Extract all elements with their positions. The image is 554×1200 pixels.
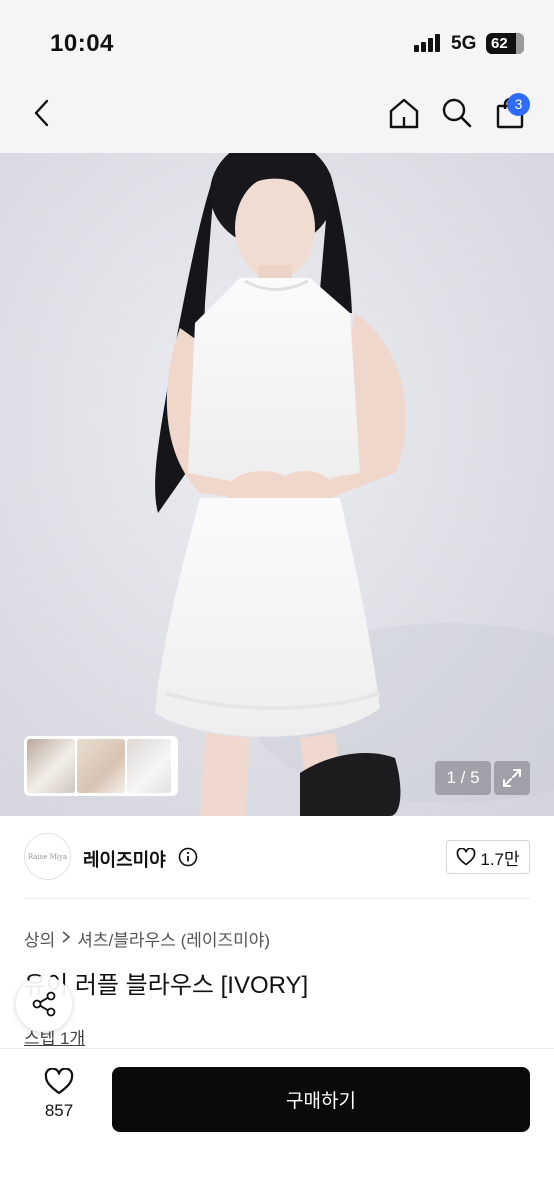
breadcrumb-subcategory[interactable]: 셔츠/블라우스 (레이즈미야) <box>77 926 270 951</box>
battery-icon: 62 <box>486 33 524 54</box>
image-page-indicator: 1 / 5 <box>435 761 491 795</box>
product-photo <box>0 153 554 816</box>
info-icon[interactable] <box>178 847 198 872</box>
thumbnail-2[interactable] <box>77 739 125 793</box>
thumbnail-strip[interactable] <box>24 736 178 796</box>
share-icon <box>32 991 56 1017</box>
product-image[interactable] <box>0 153 554 816</box>
breadcrumb-category[interactable]: 상의 <box>24 926 55 951</box>
status-time: 10:04 <box>50 30 114 57</box>
heart-icon <box>44 1068 74 1095</box>
home-button[interactable] <box>386 95 422 131</box>
expand-button[interactable] <box>494 761 530 795</box>
heart-icon <box>457 848 476 866</box>
shop-logo[interactable]: Raise Miya <box>24 833 71 880</box>
shop-logo-text: Raise Miya <box>27 852 68 861</box>
divider <box>24 898 530 899</box>
shop-name[interactable]: 레이즈미야 <box>83 846 166 872</box>
chevron-left-icon <box>34 99 49 127</box>
search-button[interactable] <box>439 95 475 131</box>
share-button[interactable] <box>16 976 72 1032</box>
expand-icon <box>503 769 521 787</box>
wishlist-button[interactable]: 857 <box>34 1068 84 1130</box>
status-bar: 10:04 5G 62 <box>0 0 554 80</box>
shop-like-button[interactable]: 1.7만 <box>446 840 530 874</box>
wishlist-count: 857 <box>44 1101 74 1120</box>
thumbnail-1[interactable] <box>27 739 75 793</box>
home-icon <box>389 98 419 129</box>
buy-button[interactable]: 구매하기 <box>112 1067 530 1132</box>
network-label: 5G <box>451 33 477 54</box>
cart-count-badge: 3 <box>507 93 530 116</box>
shop-like-count: 1.7만 <box>480 849 520 869</box>
search-icon <box>442 98 472 128</box>
breadcrumb: 상의 셔츠/블라우스 (레이즈미야) <box>24 926 270 951</box>
battery-level: 62 <box>491 35 508 52</box>
back-button[interactable] <box>26 96 58 130</box>
signal-icon <box>414 34 442 52</box>
chevron-right-icon <box>61 929 71 949</box>
thumbnail-3[interactable] <box>127 739 171 793</box>
